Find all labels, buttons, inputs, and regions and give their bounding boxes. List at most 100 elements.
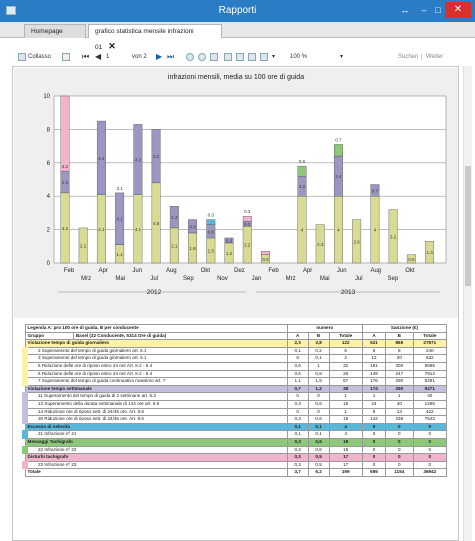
value-cell: 236 xyxy=(385,415,414,424)
chevron-down-icon[interactable]: ▾ xyxy=(340,50,343,64)
value-cell: 32 xyxy=(328,361,363,371)
collapse-icon[interactable] xyxy=(18,53,26,61)
tab-homepage[interactable]: Homepage xyxy=(24,24,86,38)
value-cell: 0 xyxy=(385,460,414,470)
x-tick-label: Mai xyxy=(320,276,330,282)
zoom-select[interactable]: 100 % xyxy=(290,50,307,64)
row-label: Messaggi Tachigrafo xyxy=(24,437,288,447)
data-label: 3.1 xyxy=(117,186,124,191)
data-label: 0.5 xyxy=(408,257,415,262)
value-cell: 1,1 xyxy=(286,377,309,386)
value-cell: 0 xyxy=(385,445,414,455)
row-label: Totale xyxy=(24,468,288,477)
pin-icon[interactable]: ↔ xyxy=(398,4,412,16)
export-icon[interactable] xyxy=(260,53,268,61)
header-cell: A xyxy=(361,331,387,341)
next-link[interactable]: Weiter xyxy=(426,50,443,64)
data-label: 1.3 xyxy=(426,250,433,255)
report-page: infrazioni mensili, media su 100 ore di … xyxy=(12,66,459,541)
y-tick-label: 8 xyxy=(47,127,51,133)
first-page-icon[interactable]: ⏮ xyxy=(82,50,89,64)
value-cell: 18 xyxy=(328,437,363,447)
report-toolbar: Collasso ⏮ ◀ 1 von 2 ▶ ⏭ ▾ 100 % ▾ Suche… xyxy=(0,50,475,64)
data-label: 4.1 xyxy=(135,227,142,232)
chevron-down-icon[interactable]: ▾ xyxy=(272,50,275,64)
x-tick-label: Jun xyxy=(337,268,347,274)
table-header-row: Gruppo Basel (32 Conducente, 5314 Ore di … xyxy=(24,331,448,341)
value-cell: 122 xyxy=(328,339,363,348)
x-tick-label: Aug xyxy=(370,268,381,274)
data-label: 4.2 xyxy=(62,226,69,231)
page-layout-icon[interactable] xyxy=(248,53,256,61)
value-cell: 40 xyxy=(412,392,448,401)
next-page-icon[interactable]: ▶ xyxy=(156,50,162,64)
value-cell: 0 xyxy=(412,460,448,470)
prev-page-icon[interactable]: ◀ xyxy=(95,50,101,64)
value-cell: 0,6 xyxy=(307,415,330,424)
data-label: 4.4 xyxy=(98,156,105,161)
y-tick-label: 4 xyxy=(47,194,51,200)
value-cell: 0,6 xyxy=(307,445,330,455)
value-cell: 0 xyxy=(307,392,330,401)
value-cell: 247 xyxy=(385,369,414,379)
page-count: von 2 xyxy=(132,54,147,60)
tab-label: Homepage xyxy=(31,28,63,35)
value-cell: 149 xyxy=(361,369,387,379)
bar-segment-highlight xyxy=(242,216,252,222)
data-label: 4.1 xyxy=(98,227,105,232)
data-label: 2.6 xyxy=(354,239,361,244)
print-icon[interactable] xyxy=(224,53,232,61)
value-cell: 0,6 xyxy=(307,399,330,409)
value-cell: 18 xyxy=(328,445,363,455)
refresh-icon[interactable] xyxy=(198,53,206,61)
close-button[interactable]: ✕ xyxy=(445,2,471,18)
chart-container: infrazioni mensili, media su 100 ore di … xyxy=(14,68,458,318)
table-row: Disturbi tachigrafo 0,3 0,5 17 0 0 0 xyxy=(24,453,448,462)
data-label: 4.2 xyxy=(135,157,142,162)
y-tick-label: 10 xyxy=(43,94,50,100)
data-label: 2.3 xyxy=(317,242,324,247)
data-label: 1.3 xyxy=(62,180,69,185)
vertical-scrollbar[interactable] xyxy=(463,66,472,541)
row-label: 14 Riduzione ore di riposo sett. di 24/4… xyxy=(21,407,288,417)
value-cell: 0,3 xyxy=(286,437,309,447)
maximize-button[interactable]: □ xyxy=(432,4,444,16)
row-label: 30 Riduzione ore di riposo sett. di 24/4… xyxy=(21,415,288,424)
table-row: 2 Superamento del tempo di guida giornal… xyxy=(21,346,448,356)
x-tick-label: Sep xyxy=(388,276,399,282)
stop-icon[interactable] xyxy=(186,53,194,61)
x-tick-label: Aug xyxy=(166,268,177,274)
value-cell: 0,1 xyxy=(307,430,330,439)
header-cell: Sanzione (€) xyxy=(361,324,448,333)
x-tick-label: Jul xyxy=(355,276,363,282)
header-cell: Totale xyxy=(412,331,448,341)
row-label: Eccesso di velocità xyxy=(24,422,288,432)
collapse-button[interactable]: Collasso xyxy=(28,50,51,64)
x-tick-label: Okt xyxy=(201,268,211,274)
row-label: 5 Riduzione delle ore di riposo entro 24… xyxy=(21,361,288,371)
layout-icon[interactable] xyxy=(236,53,244,61)
minimize-button[interactable]: – xyxy=(418,4,430,16)
scrollbar-thumb[interactable] xyxy=(465,166,471,286)
value-cell: 12 xyxy=(361,354,387,363)
value-cell: 27671 xyxy=(412,339,448,348)
bar-segment-highlight xyxy=(60,95,70,172)
print-preview-icon[interactable] xyxy=(62,53,70,61)
page-setup-icon[interactable] xyxy=(210,53,218,61)
value-cell: 4 xyxy=(328,422,363,432)
last-page-icon[interactable]: ⏭ xyxy=(167,50,174,64)
tab-report[interactable]: grafico statistica mensile infrazioni 01… xyxy=(88,24,222,51)
value-cell: 199 xyxy=(328,468,363,477)
value-cell: 865 xyxy=(385,339,414,348)
page-current[interactable]: 1 xyxy=(106,50,109,64)
year-label: 2013 xyxy=(341,289,356,296)
bar-segment-highlight xyxy=(206,219,216,225)
value-cell: 6 xyxy=(328,346,363,356)
value-cell: 0 xyxy=(307,407,330,417)
value-cell: 290 xyxy=(385,377,414,386)
value-cell: 2 xyxy=(328,354,363,363)
search-link[interactable]: Suchen xyxy=(398,50,418,64)
value-cell: 13 xyxy=(385,407,414,417)
tab-bar: Homepage grafico statistica mensile infr… xyxy=(0,22,475,51)
row-label: 23 Infrazione nº 23 xyxy=(21,460,288,470)
